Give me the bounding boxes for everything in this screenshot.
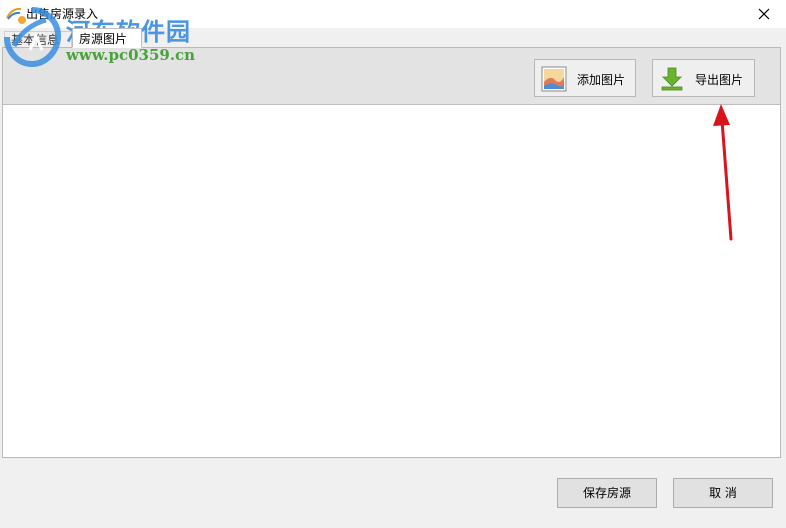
photos-toolbar: 添加图片 导出图片 [3,48,780,105]
app-icon [6,7,22,20]
tab-property-photos[interactable]: 房源图片 [72,28,142,48]
image-icon [541,66,567,92]
export-image-label: 导出图片 [695,73,744,87]
app-window: 出售房源录入 基本信息 房源图片 添加图片 导出图片 保存房源 取 消 www.… [0,0,786,528]
add-image-button[interactable]: 添加图片 [534,59,636,97]
window-title: 出售房源录入 [26,7,99,21]
tab-basic-info[interactable]: 基本信息 [4,31,72,48]
cancel-button[interactable]: 取 消 [673,478,773,508]
image-list-area[interactable] [3,105,780,457]
save-property-button[interactable]: 保存房源 [557,478,657,508]
add-image-label: 添加图片 [577,73,626,87]
download-arrow-icon [661,67,683,91]
close-button[interactable] [742,0,786,28]
title-bar: 出售房源录入 [0,0,786,28]
close-icon [758,8,770,20]
photos-panel: 添加图片 导出图片 [2,47,781,458]
export-image-button[interactable]: 导出图片 [652,59,755,97]
